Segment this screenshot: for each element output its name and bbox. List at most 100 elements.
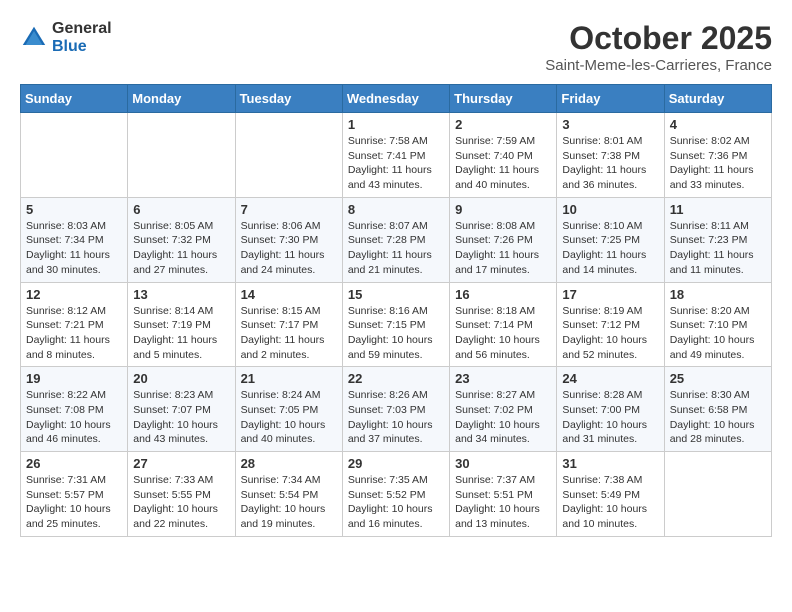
- calendar-week-row: 12Sunrise: 8:12 AM Sunset: 7:21 PM Dayli…: [21, 282, 772, 367]
- calendar-day-cell: 30 Sunrise: 7:37 AM Sunset: 5:51 PM Dayli…: [450, 452, 557, 537]
- day-info: Sunrise: 8:18 AM Sunset: 7:14 PM Dayligh…: [455, 304, 551, 363]
- day-info: Sunrise: 8:15 AM Sunset: 7:17 PM Dayligh…: [241, 304, 337, 363]
- calendar-day-cell: 8Sunrise: 8:07 AM Sunset: 7:28 PM Daylig…: [342, 197, 449, 282]
- calendar-day-cell: [21, 113, 128, 198]
- calendar-day-cell: 21 Sunrise: 8:24 AM Sunset: 7:05 PM Dayli…: [235, 367, 342, 452]
- day-number: 19: [26, 371, 122, 386]
- calendar-week-row: 1Sunrise: 7:58 AM Sunset: 7:41 PM Daylig…: [21, 113, 772, 198]
- day-info: Sunrise: 8:12 AM Sunset: 7:21 PM Dayligh…: [26, 304, 122, 363]
- calendar-day-cell: 4Sunrise: 8:02 AM Sunset: 7:36 PM Daylig…: [664, 113, 771, 198]
- calendar-day-cell: 11 Sunrise: 8:11 AM Sunset: 7:23 PM Dayli…: [664, 197, 771, 282]
- day-info: Sunrise: 8:28 AM Sunset: 7:00 PM Dayligh…: [562, 388, 658, 447]
- day-number: 30: [455, 456, 551, 471]
- calendar-day-cell: 25 Sunrise: 8:30 AM Sunset: 6:58 PM Dayli…: [664, 367, 771, 452]
- calendar-day-cell: 27 Sunrise: 7:33 AM Sunset: 5:55 PM Dayli…: [128, 452, 235, 537]
- logo-blue: Blue: [52, 38, 112, 56]
- title-block: October 2025 Saint-Meme-les-Carrieres, F…: [545, 20, 772, 74]
- day-number: 23: [455, 371, 551, 386]
- calendar-day-cell: 20 Sunrise: 8:23 AM Sunset: 7:07 PM Dayli…: [128, 367, 235, 452]
- day-info: Sunrise: 8:03 AM Sunset: 7:34 PM Dayligh…: [26, 219, 122, 278]
- calendar-day-cell: 12Sunrise: 8:12 AM Sunset: 7:21 PM Dayli…: [21, 282, 128, 367]
- day-info: Sunrise: 7:31 AM Sunset: 5:57 PM Dayligh…: [26, 473, 122, 532]
- day-number: 2: [455, 117, 551, 132]
- page-header: General Blue October 2025 Saint-Meme-les…: [20, 20, 772, 74]
- calendar-day-cell: 28 Sunrise: 7:34 AM Sunset: 5:54 PM Dayli…: [235, 452, 342, 537]
- day-info: Sunrise: 8:26 AM Sunset: 7:03 PM Dayligh…: [348, 388, 444, 447]
- day-info: Sunrise: 7:38 AM Sunset: 5:49 PM Dayligh…: [562, 473, 658, 532]
- calendar-day-cell: 3Sunrise: 8:01 AM Sunset: 7:38 PM Daylig…: [557, 113, 664, 198]
- day-info: Sunrise: 8:22 AM Sunset: 7:08 PM Dayligh…: [26, 388, 122, 447]
- calendar-day-cell: 18Sunrise: 8:20 AM Sunset: 7:10 PM Dayli…: [664, 282, 771, 367]
- day-info: Sunrise: 7:58 AM Sunset: 7:41 PM Dayligh…: [348, 134, 444, 193]
- calendar-day-cell: 2 Sunrise: 7:59 AM Sunset: 7:40 PM Daylig…: [450, 113, 557, 198]
- weekday-header: Sunday: [21, 85, 128, 113]
- day-info: Sunrise: 7:33 AM Sunset: 5:55 PM Dayligh…: [133, 473, 229, 532]
- calendar-day-cell: 7 Sunrise: 8:06 AM Sunset: 7:30 PM Daylig…: [235, 197, 342, 282]
- calendar-day-cell: 1Sunrise: 7:58 AM Sunset: 7:41 PM Daylig…: [342, 113, 449, 198]
- day-number: 6: [133, 202, 229, 217]
- weekday-header: Thursday: [450, 85, 557, 113]
- calendar-day-cell: 9 Sunrise: 8:08 AM Sunset: 7:26 PM Daylig…: [450, 197, 557, 282]
- day-number: 9: [455, 202, 551, 217]
- day-number: 4: [670, 117, 766, 132]
- day-number: 22: [348, 371, 444, 386]
- day-info: Sunrise: 7:34 AM Sunset: 5:54 PM Dayligh…: [241, 473, 337, 532]
- calendar-day-cell: [235, 113, 342, 198]
- day-number: 14: [241, 287, 337, 302]
- calendar-day-cell: 14 Sunrise: 8:15 AM Sunset: 7:17 PM Dayli…: [235, 282, 342, 367]
- day-number: 21: [241, 371, 337, 386]
- calendar-day-cell: [664, 452, 771, 537]
- day-number: 7: [241, 202, 337, 217]
- day-info: Sunrise: 8:10 AM Sunset: 7:25 PM Dayligh…: [562, 219, 658, 278]
- calendar-day-cell: 22 Sunrise: 8:26 AM Sunset: 7:03 PM Dayli…: [342, 367, 449, 452]
- day-number: 31: [562, 456, 658, 471]
- day-number: 16: [455, 287, 551, 302]
- day-info: Sunrise: 7:35 AM Sunset: 5:52 PM Dayligh…: [348, 473, 444, 532]
- calendar-day-cell: [128, 113, 235, 198]
- calendar-day-cell: 29 Sunrise: 7:35 AM Sunset: 5:52 PM Dayli…: [342, 452, 449, 537]
- day-number: 25: [670, 371, 766, 386]
- day-number: 3: [562, 117, 658, 132]
- weekday-header-row: SundayMondayTuesdayWednesdayThursdayFrid…: [21, 85, 772, 113]
- day-info: Sunrise: 8:08 AM Sunset: 7:26 PM Dayligh…: [455, 219, 551, 278]
- day-number: 11: [670, 202, 766, 217]
- day-info: Sunrise: 7:37 AM Sunset: 5:51 PM Dayligh…: [455, 473, 551, 532]
- day-info: Sunrise: 8:30 AM Sunset: 6:58 PM Dayligh…: [670, 388, 766, 447]
- calendar-week-row: 5 Sunrise: 8:03 AM Sunset: 7:34 PM Daylig…: [21, 197, 772, 282]
- day-number: 5: [26, 202, 122, 217]
- calendar-day-cell: 26 Sunrise: 7:31 AM Sunset: 5:57 PM Dayli…: [21, 452, 128, 537]
- calendar-day-cell: 23 Sunrise: 8:27 AM Sunset: 7:02 PM Dayli…: [450, 367, 557, 452]
- calendar-day-cell: 17Sunrise: 8:19 AM Sunset: 7:12 PM Dayli…: [557, 282, 664, 367]
- day-info: Sunrise: 8:19 AM Sunset: 7:12 PM Dayligh…: [562, 304, 658, 363]
- calendar-table: SundayMondayTuesdayWednesdayThursdayFrid…: [20, 84, 772, 537]
- day-number: 27: [133, 456, 229, 471]
- day-info: Sunrise: 8:07 AM Sunset: 7:28 PM Dayligh…: [348, 219, 444, 278]
- day-info: Sunrise: 8:06 AM Sunset: 7:30 PM Dayligh…: [241, 219, 337, 278]
- day-info: Sunrise: 7:59 AM Sunset: 7:40 PM Dayligh…: [455, 134, 551, 193]
- location: Saint-Meme-les-Carrieres, France: [545, 57, 772, 74]
- logo-general: General: [52, 20, 112, 38]
- day-number: 28: [241, 456, 337, 471]
- weekday-header: Saturday: [664, 85, 771, 113]
- day-number: 29: [348, 456, 444, 471]
- calendar-day-cell: 13Sunrise: 8:14 AM Sunset: 7:19 PM Dayli…: [128, 282, 235, 367]
- day-info: Sunrise: 8:11 AM Sunset: 7:23 PM Dayligh…: [670, 219, 766, 278]
- calendar-day-cell: 16 Sunrise: 8:18 AM Sunset: 7:14 PM Dayli…: [450, 282, 557, 367]
- logo-icon: [20, 24, 48, 52]
- month-title: October 2025: [545, 20, 772, 57]
- calendar-day-cell: 24 Sunrise: 8:28 AM Sunset: 7:00 PM Dayli…: [557, 367, 664, 452]
- calendar-day-cell: 10Sunrise: 8:10 AM Sunset: 7:25 PM Dayli…: [557, 197, 664, 282]
- day-info: Sunrise: 8:27 AM Sunset: 7:02 PM Dayligh…: [455, 388, 551, 447]
- calendar-day-cell: 19 Sunrise: 8:22 AM Sunset: 7:08 PM Dayli…: [21, 367, 128, 452]
- calendar-day-cell: 31 Sunrise: 7:38 AM Sunset: 5:49 PM Dayli…: [557, 452, 664, 537]
- day-info: Sunrise: 8:16 AM Sunset: 7:15 PM Dayligh…: [348, 304, 444, 363]
- day-info: Sunrise: 8:24 AM Sunset: 7:05 PM Dayligh…: [241, 388, 337, 447]
- day-number: 20: [133, 371, 229, 386]
- day-number: 26: [26, 456, 122, 471]
- day-info: Sunrise: 8:14 AM Sunset: 7:19 PM Dayligh…: [133, 304, 229, 363]
- day-number: 24: [562, 371, 658, 386]
- logo: General Blue: [20, 20, 112, 55]
- calendar-week-row: 26 Sunrise: 7:31 AM Sunset: 5:57 PM Dayli…: [21, 452, 772, 537]
- day-info: Sunrise: 8:23 AM Sunset: 7:07 PM Dayligh…: [133, 388, 229, 447]
- calendar-day-cell: 15Sunrise: 8:16 AM Sunset: 7:15 PM Dayli…: [342, 282, 449, 367]
